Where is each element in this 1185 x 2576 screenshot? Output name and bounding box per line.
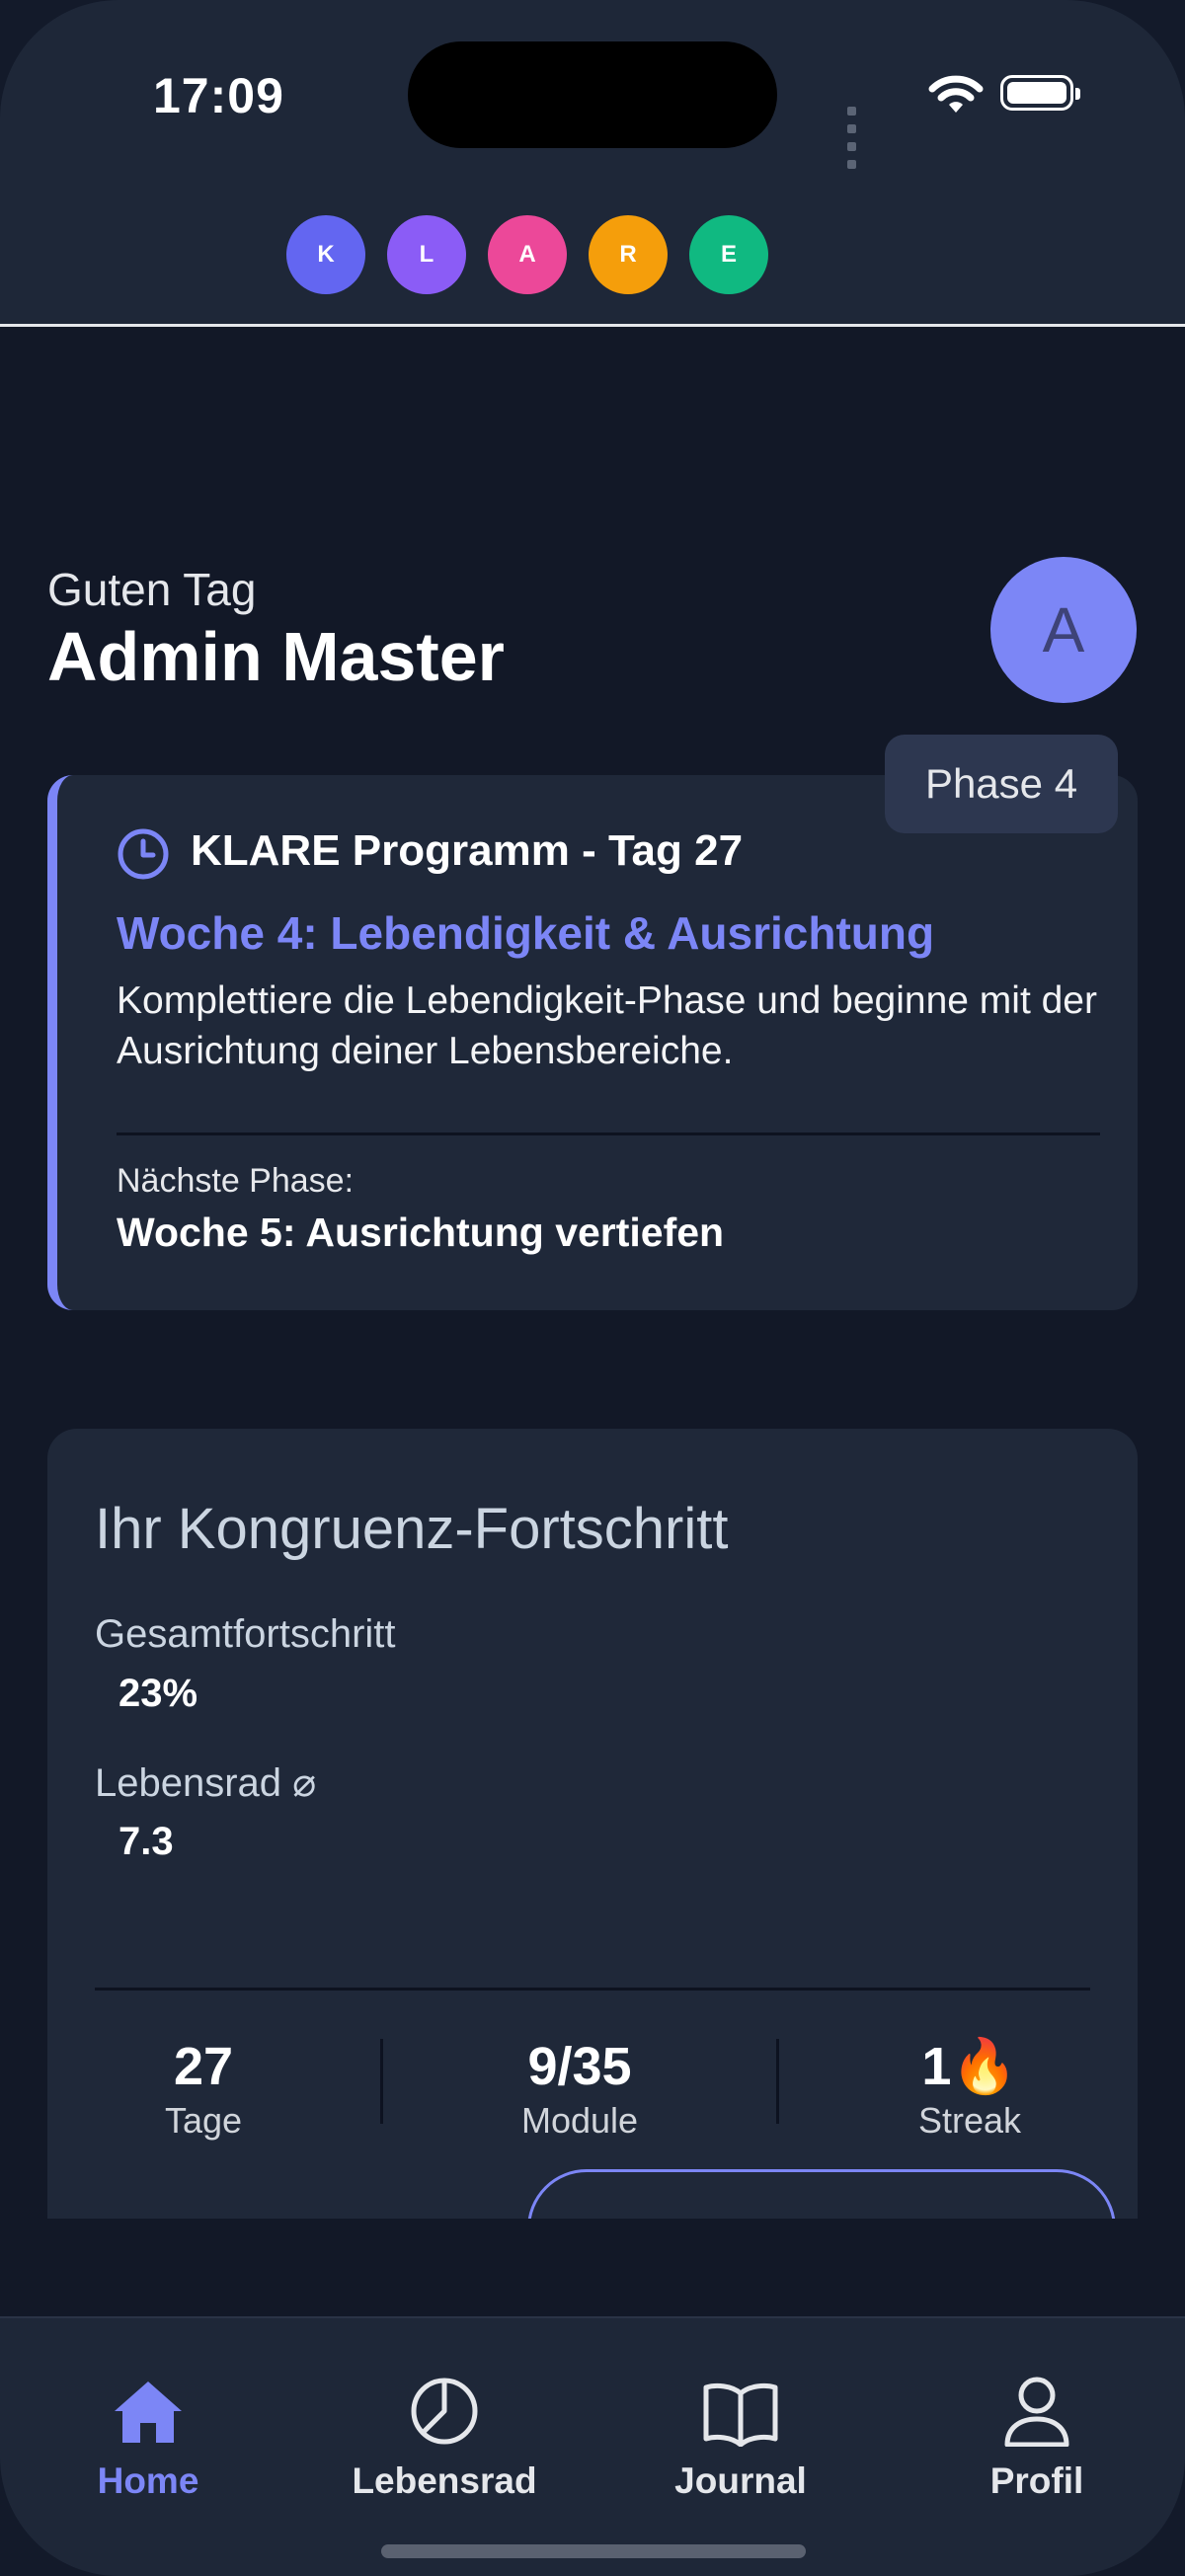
user-name: Admin Master [47, 618, 505, 695]
book-icon [703, 2382, 778, 2447]
stat-value: 1🔥 [921, 2037, 1018, 2096]
overall-progress-label: Gesamtfortschritt [95, 1612, 396, 1656]
progress-title: Ihr Kongruenz-Fortschritt [95, 1497, 729, 1561]
tab-label: Profil [989, 2460, 1084, 2501]
avatar[interactable]: A [990, 557, 1137, 703]
tab-home[interactable]: Home [0, 2368, 296, 2502]
week-title: Woche 4: Lebendigkeit & Ausrichtung [117, 907, 935, 959]
program-title: KLARE Programm - Tag 27 [191, 826, 744, 875]
tab-label: Home [97, 2460, 199, 2501]
top-bar: 17:09 K L A R E [0, 0, 1185, 327]
next-phase-value: Woche 5: Ausrichtung vertiefen [117, 1210, 725, 1255]
overall-progress-value: 23% [118, 1672, 198, 1715]
klare-logo: K L A R E [286, 215, 768, 294]
stat-label: Module [520, 2100, 639, 2141]
divider [117, 1132, 1100, 1135]
logo-letter-l: L [387, 215, 466, 294]
logo-letter-r: R [589, 215, 668, 294]
clock-icon [118, 828, 169, 880]
week-description: Komplettiere die Lebendigkeit-Phase und … [117, 979, 1097, 1072]
program-card[interactable]: KLARE Programm - Tag 27 Woche 4: Lebendi… [47, 775, 1138, 1310]
stat-label: Tage [164, 2100, 243, 2141]
tab-journal[interactable]: Journal [592, 2368, 889, 2502]
signal-icon [847, 103, 860, 174]
tab-profil[interactable]: Profil [889, 2368, 1185, 2502]
progress-card: Ihr Kongruenz-Fortschritt Gesamtfortschr… [47, 1429, 1138, 2219]
home-icon [115, 2381, 182, 2443]
logo-letter-a: A [488, 215, 567, 294]
stat-value: 27 [173, 2037, 234, 2096]
wifi-icon [928, 75, 984, 113]
stat-streak: 1🔥 Streak [822, 2037, 1118, 2142]
status-time: 17:09 [153, 68, 284, 123]
lebensrad-average-value: 7.3 [118, 1820, 174, 1863]
lebensrad-average-label: Lebensrad ⌀ [95, 1761, 317, 1805]
logo-letter-e: E [689, 215, 768, 294]
tab-label: Journal [674, 2460, 807, 2501]
stat-label: Streak [917, 2100, 1022, 2141]
next-phase-label: Nächste Phase: [117, 1162, 355, 1200]
app-screen: 17:09 K L A R E Guten Tag Admin Master A… [0, 0, 1185, 2576]
stat-days: 27 Tage [55, 2037, 352, 2142]
tab-bar: Home Lebensrad Journal Profil [0, 2316, 1185, 2576]
dynamic-island [408, 41, 777, 148]
tab-lebensrad[interactable]: Lebensrad [296, 2368, 592, 2502]
battery-icon [1000, 75, 1080, 111]
tab-label: Lebensrad [352, 2460, 537, 2501]
continue-button[interactable] [527, 2169, 1116, 2219]
home-indicator[interactable] [381, 2544, 806, 2558]
stat-separator [776, 2039, 779, 2124]
pie-chart-icon [411, 2378, 478, 2445]
phase-badge: Phase 4 [885, 735, 1118, 833]
stat-value: 9/35 [527, 2037, 632, 2096]
stat-separator [380, 2039, 383, 2124]
divider [95, 1988, 1090, 1991]
logo-letter-k: K [286, 215, 365, 294]
greeting-text: Guten Tag [47, 564, 257, 615]
user-icon [1004, 2377, 1069, 2447]
stat-modules: 9/35 Module [432, 2037, 728, 2142]
